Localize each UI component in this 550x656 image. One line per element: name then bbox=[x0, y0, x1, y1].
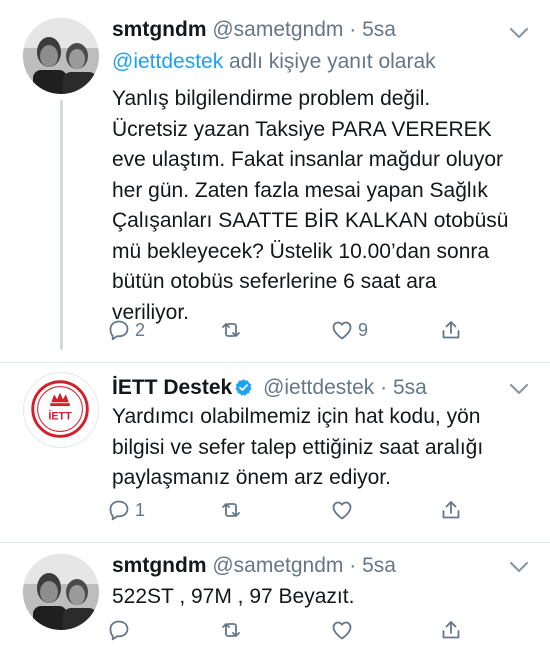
retweet-button[interactable] bbox=[219, 618, 247, 642]
like-count: 9 bbox=[358, 319, 369, 340]
heart-icon bbox=[332, 501, 352, 520]
reply-icon bbox=[109, 500, 129, 521]
avatar[interactable] bbox=[23, 18, 99, 94]
reply-button[interactable] bbox=[107, 618, 135, 642]
iett-logo-text: İETT bbox=[48, 410, 72, 423]
tweet-text: Yanlış bilgilendirme problem değil. Ücre… bbox=[112, 87, 509, 324]
tweet-text: 522ST , 97M , 97 Beyazıt. bbox=[112, 585, 355, 608]
tweet-actions: 1 bbox=[107, 498, 467, 524]
heart-icon bbox=[332, 621, 352, 640]
avatar[interactable]: İETT bbox=[23, 372, 99, 448]
avatar[interactable] bbox=[23, 554, 99, 630]
retweet-icon bbox=[222, 623, 240, 637]
timestamp[interactable]: 5sa bbox=[362, 554, 396, 577]
verified-badge-icon bbox=[235, 379, 252, 396]
retweet-icon bbox=[222, 323, 240, 337]
share-icon bbox=[442, 321, 460, 339]
reply-to-mention[interactable]: @iettdestek bbox=[112, 50, 223, 73]
reply-count: 1 bbox=[135, 499, 146, 520]
like-button[interactable] bbox=[330, 498, 358, 522]
user-handle[interactable]: @iettdestek bbox=[263, 376, 374, 399]
display-name[interactable]: smtgndm bbox=[112, 554, 207, 577]
tweet-actions bbox=[107, 618, 467, 644]
tweet-header: İETT Destek @iettdestek · 5sa bbox=[112, 376, 427, 400]
tweet-divider bbox=[0, 362, 550, 363]
share-button[interactable] bbox=[439, 498, 463, 522]
reply-icon bbox=[109, 320, 129, 341]
reply-to-suffix: adlı kişiye yanıt olarak bbox=[223, 50, 436, 73]
retweet-button[interactable] bbox=[219, 318, 247, 342]
tweet-header: smtgndm @sametgndm · 5sa bbox=[112, 554, 396, 578]
display-name[interactable]: İETT Destek bbox=[112, 376, 232, 399]
reply-count: 2 bbox=[135, 319, 146, 340]
chevron-down-icon[interactable] bbox=[508, 382, 530, 396]
display-name[interactable]: smtgndm bbox=[112, 18, 207, 41]
separator-dot: · bbox=[380, 376, 388, 399]
share-button[interactable] bbox=[439, 618, 463, 642]
like-button[interactable] bbox=[330, 618, 358, 642]
user-handle[interactable]: @sametgndm bbox=[212, 18, 343, 41]
tweet-1[interactable]: smtgndm @sametgndm · 5sa @iettdestek adl… bbox=[0, 0, 550, 362]
chevron-down-icon[interactable] bbox=[508, 560, 530, 574]
retweet-icon bbox=[222, 503, 240, 517]
retweet-button[interactable] bbox=[219, 498, 247, 522]
tweet-actions: 2 9 bbox=[107, 318, 467, 344]
like-button[interactable]: 9 bbox=[330, 318, 368, 342]
avatar-photo bbox=[23, 554, 99, 630]
share-icon bbox=[442, 621, 460, 639]
heart-icon bbox=[332, 321, 352, 340]
separator-dot: · bbox=[349, 18, 357, 41]
user-handle[interactable]: @sametgndm bbox=[212, 554, 343, 577]
tweet-header: smtgndm @sametgndm · 5sa bbox=[112, 18, 396, 42]
share-icon bbox=[442, 501, 460, 519]
tweet-text: Yardımcı olabilmemiz için hat kodu, yön … bbox=[112, 405, 484, 489]
iett-logo: İETT bbox=[31, 380, 89, 438]
separator-dot: · bbox=[349, 554, 357, 577]
avatar-photo bbox=[23, 18, 99, 94]
reply-button[interactable]: 2 bbox=[107, 318, 145, 342]
reply-button[interactable]: 1 bbox=[107, 498, 145, 522]
share-button[interactable] bbox=[439, 318, 463, 342]
reply-icon bbox=[109, 620, 129, 641]
chevron-down-icon[interactable] bbox=[508, 26, 530, 40]
timestamp[interactable]: 5sa bbox=[362, 18, 396, 41]
replying-to-text: @iettdestek adlı kişiye yanıt olarak bbox=[112, 50, 436, 74]
tweet-2[interactable]: İETT İETT Destek @iettdestek · 5sa Yardı… bbox=[0, 362, 550, 542]
tweet-3[interactable]: smtgndm @sametgndm · 5sa 522ST , 97M , 9… bbox=[0, 542, 550, 656]
timestamp[interactable]: 5sa bbox=[393, 376, 427, 399]
